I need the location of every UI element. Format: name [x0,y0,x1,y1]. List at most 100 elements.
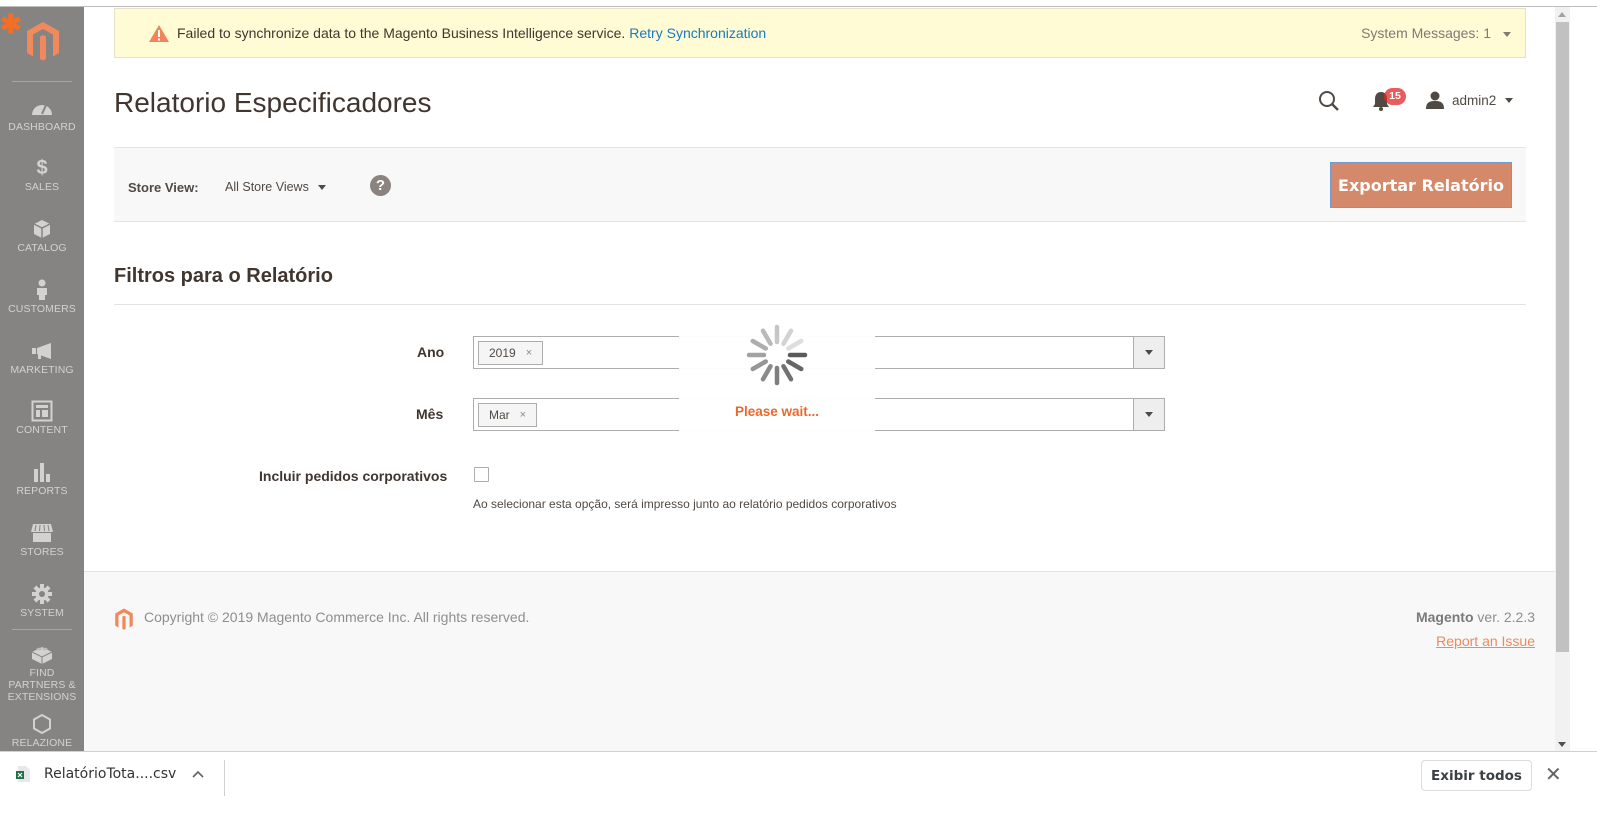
sidebar-item-stores[interactable]: STORES [0,522,84,558]
ano-label: Ano [417,344,445,360]
spinner-spoke [760,364,773,382]
browser-top-edge [0,0,1597,7]
chip-value: 2019 [489,346,516,360]
show-all-downloads-button[interactable]: Exibir todos [1421,760,1532,791]
page-title: Relatorio Especificadores [114,87,432,118]
hexagon-icon [33,713,51,735]
admin-sidebar: ✱ DASHBOARD $ SALES CATALOG CUSTOMERS MA… [0,7,84,751]
magento-logo-icon [115,608,133,630]
spinner-spoke [781,364,794,382]
corporativos-note: Ao selecionar esta opção, será impresso … [473,497,897,511]
bug-icon: ✱ [0,9,22,39]
system-message-bar: Failed to synchronize data to the Magent… [114,8,1526,58]
spinner-spoke [786,338,804,351]
megaphone-icon [32,343,51,359]
search-icon[interactable] [1318,90,1340,112]
window-edge [1570,7,1597,751]
sidebar-divider [12,629,72,630]
spinner-icon [746,324,808,386]
brand-name: Magento [1415,609,1474,625]
report-issue-link[interactable]: Report an Issue [1436,633,1535,649]
dropdown-toggle[interactable] [1133,399,1164,430]
layout-icon [31,400,53,422]
scroll-down-arrow-icon[interactable] [1558,742,1566,747]
sidebar-item-marketing[interactable]: MARKETING [0,340,84,376]
scrollbar-thumb[interactable] [1556,22,1569,652]
store-view-value: All Store Views [225,180,309,194]
sidebar-label: RELAZIONE [11,737,73,749]
page-footer: Copyright © 2019 Magento Commerce Inc. A… [84,571,1555,751]
sidebar-label: FIND PARTNERS & EXTENSIONS [7,667,77,703]
sidebar-item-dashboard[interactable]: DASHBOARD [0,97,84,133]
retry-sync-link[interactable]: Retry Synchronization [629,25,766,41]
spinner-spoke [760,328,773,346]
sidebar-label: STORES [20,546,64,558]
store-view-label: Store View: [128,180,199,195]
remove-chip-icon[interactable]: × [526,342,532,364]
bar-chart-icon [34,463,50,482]
version-text: Magento ver. 2.2.3 [1416,609,1535,625]
sidebar-label: REPORTS [16,485,68,497]
sidebar-item-reports[interactable]: REPORTS [0,461,84,497]
dropdown-toggle[interactable] [1133,337,1164,368]
loading-overlay: Please wait... [679,305,875,431]
sidebar-divider [12,81,72,82]
sidebar-item-find-partners[interactable]: FIND PARTNERS & EXTENSIONS [0,643,84,703]
storefront-icon [31,524,53,542]
person-icon [37,279,47,300]
download-file-name: RelatórioTota....csv [44,766,177,782]
dollar-icon: $ [36,157,48,179]
download-separator [224,760,225,796]
system-messages-count: System Messages: 1 [1361,25,1491,41]
sidebar-item-customers[interactable]: CUSTOMERS [0,279,84,315]
close-icon[interactable]: ✕ [1545,765,1562,785]
download-item[interactable]: RelatórioTota....csv [16,766,204,782]
sidebar-item-sales[interactable]: $ SALES [0,157,84,193]
box-icon [33,220,51,238]
sidebar-item-relazione[interactable]: RELAZIONE [0,713,84,749]
page-actions-toolbar: Store View: All Store Views ? Exportar R… [114,147,1526,222]
sidebar-label: CATALOG [17,242,67,254]
filters-section-title: Filtros para o Relatório [114,265,333,287]
corporativos-checkbox[interactable] [474,467,489,482]
notifications-badge[interactable]: 15 [1384,88,1406,105]
chevron-down-icon [1505,97,1514,103]
spinner-spoke [786,359,804,372]
sidebar-item-content[interactable]: CONTENT [0,400,84,436]
sidebar-label: MARKETING [10,364,74,376]
system-messages-toggle[interactable]: System Messages: 1 [1361,25,1511,41]
logo-area[interactable]: ✱ [0,7,84,81]
user-menu[interactable]: admin2 [1426,91,1514,109]
copyright-text: Copyright © 2019 Magento Commerce Inc. A… [144,609,530,625]
sidebar-label: CUSTOMERS [8,303,76,315]
warning-icon [149,25,169,42]
system-message-text: Failed to synchronize data to the Magent… [177,25,766,41]
user-icon [1426,91,1444,109]
store-view-switcher[interactable]: All Store Views [225,180,326,194]
lego-brick-icon [31,647,53,664]
magento-logo-icon [27,22,59,61]
spinner-spoke [781,328,794,346]
version-number: ver. 2.2.3 [1473,609,1535,625]
sidebar-item-system[interactable]: SYSTEM [0,583,84,619]
please-wait-text: Please wait... [734,404,820,419]
spinner-spoke [750,338,768,351]
export-report-button[interactable]: Exportar Relatório [1330,162,1512,208]
selected-chip: Mar × [478,403,538,427]
sidebar-label: SALES [24,181,60,193]
gear-icon [32,584,52,604]
sidebar-item-catalog[interactable]: CATALOG [0,218,84,254]
spreadsheet-file-icon [16,766,30,782]
chevron-up-icon[interactable] [192,770,204,778]
system-message-body: Failed to synchronize data to the Magent… [177,25,626,41]
remove-chip-icon[interactable]: × [520,404,526,426]
chip-value: Mar [489,408,510,422]
main-content: Failed to synchronize data to the Magent… [84,7,1555,751]
spinner-spoke [750,359,768,372]
user-name: admin2 [1452,92,1497,108]
sidebar-label: CONTENT [16,424,68,436]
page-scrollbar[interactable] [1555,7,1570,751]
corporativos-label: Incluir pedidos corporativos [259,468,448,484]
scroll-up-arrow-icon[interactable] [1558,12,1566,17]
help-icon[interactable]: ? [370,175,391,196]
